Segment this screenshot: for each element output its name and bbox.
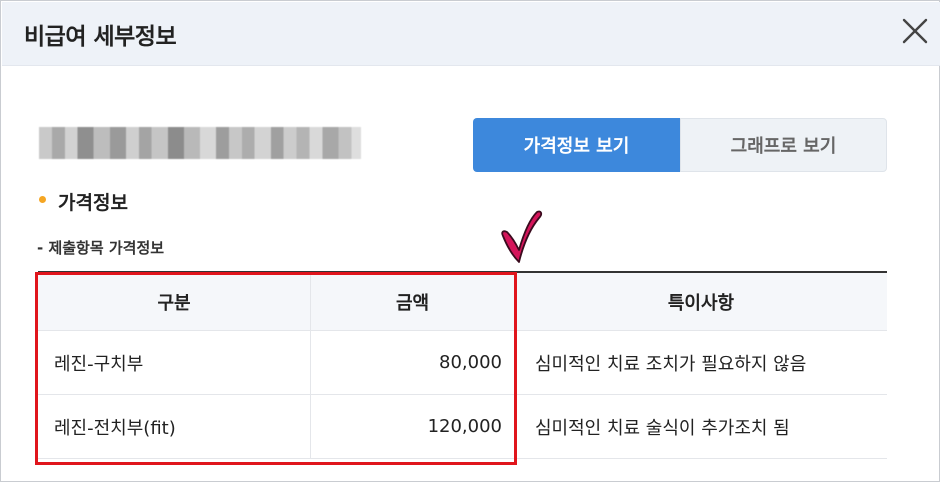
- header-remarks: 특이사항: [667, 292, 735, 314]
- close-icon: [902, 18, 928, 44]
- dialog: 비급여 세부정보 가격정보 보기 그래프로 보기 가격정보 - 제출항목 가격정…: [0, 0, 940, 482]
- highlight-box: [35, 272, 517, 465]
- cell-remarks: 심미적인 치료 조치가 필요하지 않음: [535, 353, 807, 375]
- section-title: 가격정보: [58, 192, 128, 214]
- dialog-header: 비급여 세부정보: [2, 2, 940, 66]
- dialog-title: 비급여 세부정보: [24, 24, 177, 50]
- bullet-dot: [39, 196, 46, 203]
- view-toggle: 가격정보 보기 그래프로 보기: [473, 118, 887, 172]
- section-subtitle: - 제출항목 가격정보: [37, 239, 165, 257]
- close-button[interactable]: [900, 16, 930, 46]
- cell-remarks: 심미적인 치료 술식이 추가조치 됨: [535, 417, 790, 439]
- heart-check-icon: [501, 210, 543, 263]
- blurred-item-name: [39, 127, 361, 159]
- price-view-button[interactable]: 가격정보 보기: [473, 118, 680, 172]
- graph-view-button[interactable]: 그래프로 보기: [680, 118, 887, 172]
